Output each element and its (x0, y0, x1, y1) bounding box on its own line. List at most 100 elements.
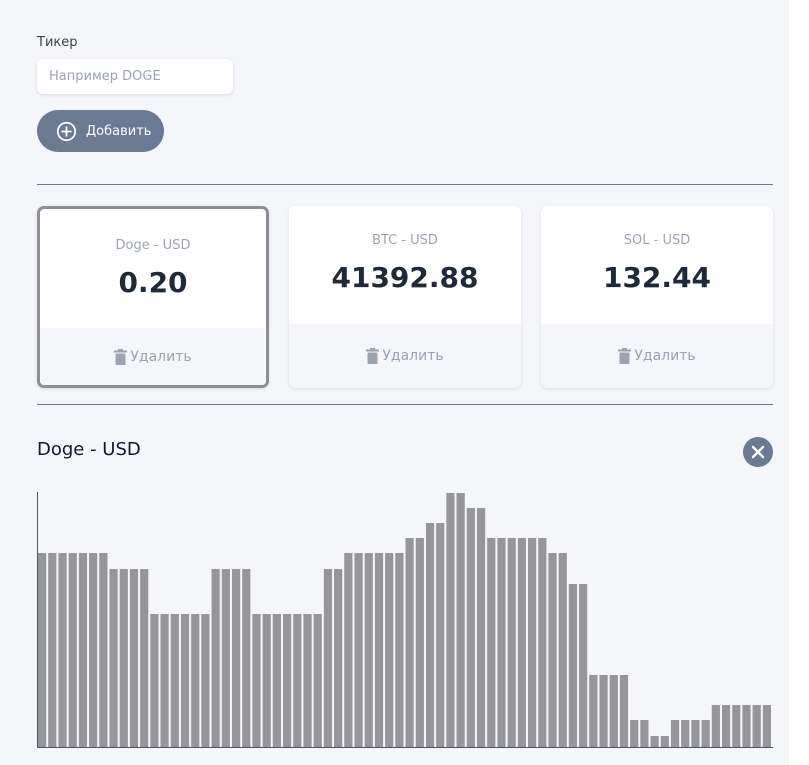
ticker-card-sol[interactable]: SOL - USD 132.44 Удалить (541, 206, 773, 388)
ticker-card-doge[interactable]: Doge - USD 0.20 Удалить (37, 206, 269, 388)
chart-bar (140, 569, 149, 747)
delete-label: Удалить (130, 348, 192, 365)
ticker-card-btc[interactable]: BTC - USD 41392.88 Удалить (289, 206, 521, 388)
delete-button[interactable]: Удалить (40, 328, 266, 385)
trash-icon (366, 348, 380, 364)
trash-icon (114, 348, 128, 365)
chart-bar (711, 705, 720, 747)
chart-bar (364, 553, 373, 747)
chart-bar (191, 614, 200, 747)
main-panel: Тикер Добавить Doge - USD 0.20 Удалить B… (0, 0, 789, 765)
delete-button[interactable]: Удалить (289, 324, 521, 388)
chart-bar (242, 569, 251, 747)
ticker-card-price: 0.20 (118, 266, 188, 299)
chart-bar (334, 569, 343, 747)
chart-bar (497, 538, 506, 747)
chart-bar (446, 493, 455, 747)
chart-bar (129, 569, 139, 747)
chart-bar (630, 720, 639, 747)
chart-bar (211, 569, 220, 747)
chart-bar (303, 614, 312, 747)
chart-bar (293, 614, 302, 747)
delete-button[interactable]: Удалить (541, 324, 773, 388)
chart-bar (507, 538, 516, 747)
chart-bar (436, 523, 445, 747)
chart-bar (374, 553, 384, 747)
ticker-card-name: SOL - USD (623, 233, 691, 248)
chart-bar (354, 553, 363, 747)
chart-bar (660, 736, 669, 747)
chart-bar (344, 553, 353, 747)
chart-bar (466, 508, 475, 747)
delete-label: Удалить (382, 348, 444, 364)
close-icon (751, 445, 765, 459)
ticker-card-price: 132.44 (602, 261, 712, 294)
chart-bar (48, 553, 57, 747)
chart-bar (579, 584, 588, 747)
chart-bar (252, 614, 261, 747)
trash-icon (618, 348, 632, 364)
chart-bar (89, 553, 98, 747)
close-graph-button[interactable] (743, 437, 773, 467)
chart-bar (99, 553, 108, 747)
plus-circle-icon (56, 121, 77, 141)
chart-bar (558, 553, 567, 747)
chart-bar (721, 705, 731, 747)
chart-bar (68, 553, 77, 747)
chart-bar (405, 538, 414, 747)
chart-bar (568, 584, 578, 747)
chart-bar (762, 705, 771, 747)
chart-bar (752, 705, 761, 747)
chart-bar (619, 675, 629, 747)
chart-bar (231, 569, 241, 747)
chart-bar (456, 493, 465, 747)
chart-bar (415, 538, 424, 747)
chart-bar (78, 553, 88, 747)
chart-bar (283, 614, 292, 747)
price-chart (37, 492, 773, 748)
chart-bar (38, 553, 47, 747)
chart-bar (691, 720, 700, 747)
chart-bar (160, 614, 169, 747)
chart-bar (487, 538, 496, 747)
chart-bar (58, 553, 67, 747)
chart-bar (670, 720, 680, 747)
chart-bar (681, 720, 690, 747)
chart-bar (119, 569, 128, 747)
add-button[interactable]: Добавить (37, 110, 164, 152)
chart-bar (599, 675, 608, 747)
chart-bar (548, 553, 557, 747)
chart-bar (609, 675, 618, 747)
divider-bottom (37, 404, 773, 405)
chart-bar (701, 720, 710, 747)
chart-bar (476, 508, 486, 747)
chart-bar (385, 553, 394, 747)
ticker-input[interactable] (37, 59, 233, 94)
graph-title: Doge - USD (37, 439, 141, 460)
chart-bar (150, 614, 159, 747)
delete-label: Удалить (634, 348, 696, 364)
chart-bar (221, 569, 230, 747)
chart-bar (395, 553, 404, 747)
chart-bar (742, 705, 751, 747)
add-button-label: Добавить (86, 123, 152, 139)
chart-bar (201, 614, 210, 747)
chart-bar (589, 675, 598, 747)
ticker-card-name: Doge - USD (115, 238, 191, 253)
chart-bar (313, 614, 322, 747)
chart-bar (640, 720, 649, 747)
chart-bar (528, 538, 537, 747)
chart-bar (323, 569, 333, 747)
chart-bar (425, 523, 435, 747)
ticker-label: Тикер (37, 35, 78, 50)
divider-top (37, 184, 773, 185)
ticker-card-price: 41392.88 (331, 261, 479, 294)
chart-bar (170, 614, 179, 747)
chart-bar (262, 614, 271, 747)
chart-bar (517, 538, 526, 747)
chart-bar (272, 614, 281, 747)
ticker-card-name: BTC - USD (372, 233, 438, 248)
chart-bar (109, 569, 118, 747)
chart-bar (732, 705, 741, 747)
chart-bar (180, 614, 190, 747)
